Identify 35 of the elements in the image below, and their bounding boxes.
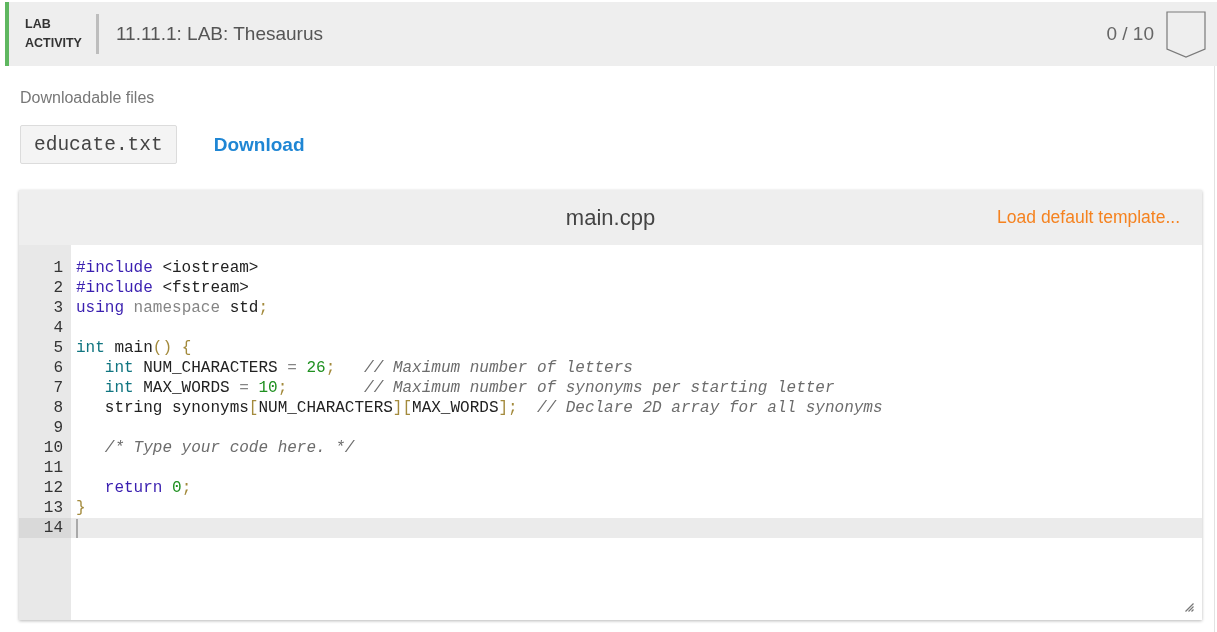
code-line: int NUM_CHARACTERS = 26; // Maximum number of letters: [103, 358, 634, 378]
line-number: 1: [52, 258, 64, 278]
line-number: 7: [52, 378, 64, 398]
activity-type-label: LAB ACTIVITY: [25, 16, 82, 52]
line-number: 9: [52, 418, 64, 438]
activity-title: 11.11.1: LAB: Thesaurus: [115, 23, 323, 45]
line-number: 13: [42, 498, 64, 518]
line-number: 5: [52, 338, 64, 358]
code-line: #include <fstream>: [75, 278, 250, 298]
file-name-title: main.cpp: [565, 204, 656, 231]
code-line: using namespace std;: [75, 298, 270, 318]
code-line: }: [75, 498, 87, 518]
resize-handle-icon[interactable]: [1185, 603, 1194, 612]
badge-icon: [1166, 10, 1206, 58]
code-line: int MAX_WORDS = 10; // Maximum number of synonyms per starting letter: [103, 378, 836, 398]
line-number: 11: [42, 458, 64, 478]
section-label: Downloadable files: [19, 88, 155, 108]
line-number: 14: [19, 518, 71, 538]
text-cursor: [76, 518, 78, 538]
line-number: 8: [52, 398, 64, 418]
line-number: 2: [52, 278, 64, 298]
download-link[interactable]: Download: [213, 133, 305, 156]
line-number: 12: [42, 478, 64, 498]
code-line: /* Type your code here. */: [103, 438, 356, 458]
code-line: return 0;: [103, 478, 193, 498]
code-line: int main() {: [75, 338, 193, 358]
code-line: #include <iostream>: [75, 258, 260, 278]
line-number: 4: [52, 318, 64, 338]
file-name-chip: educate.txt: [20, 125, 177, 164]
line-number: 3: [52, 298, 64, 318]
load-template-link[interactable]: Load default template...: [997, 207, 1180, 228]
score-text: 0 / 10: [1106, 23, 1154, 45]
code-line: string synonyms[NUM_CHARACTERS][MAX_WORDS]; // Declare 2D array for all synonyms: [103, 398, 884, 418]
line-number: 6: [52, 358, 64, 378]
line-number: 10: [42, 438, 64, 458]
